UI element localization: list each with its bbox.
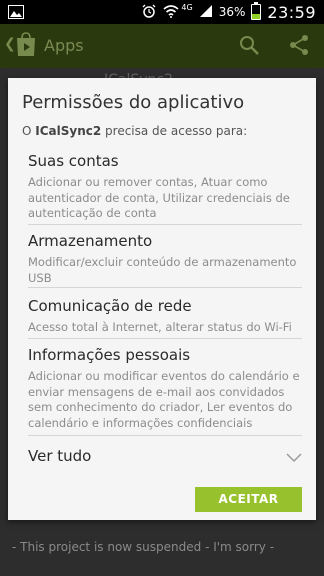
divider: [28, 435, 302, 436]
subtitle-suffix: precisa de acesso para:: [101, 124, 248, 138]
status-bar: 4G 36% 23:59: [0, 0, 324, 24]
permission-description: Acesso total à Internet, alterar status …: [28, 320, 292, 334]
permissions-dialog: Permissões do aplicativo O ICalSync2 pre…: [8, 78, 316, 520]
see-all-row[interactable]: Ver tudo: [28, 446, 302, 472]
signal-icon: [199, 4, 213, 21]
search-icon[interactable]: [238, 34, 260, 56]
permission-title: Armazenamento: [28, 232, 153, 250]
divider: [28, 224, 302, 225]
permission-title: Suas contas: [28, 152, 119, 170]
share-icon[interactable]: [288, 34, 310, 56]
permission-description: Adicionar ou remover contas, Atuar como …: [28, 175, 290, 220]
permission-storage: Armazenamento Modificar/excluir conteúdo…: [28, 232, 302, 286]
permission-description: Adicionar ou modificar eventos do calend…: [28, 369, 300, 430]
gallery-notification-icon: [8, 4, 24, 23]
network-type-label: 4G: [181, 2, 193, 12]
permission-title: Informações pessoais: [28, 346, 191, 364]
app-name: ICalSync2: [35, 124, 102, 138]
wifi-icon: [163, 4, 179, 21]
dialog-title: Permissões do aplicativo: [22, 92, 245, 113]
permission-description: Modificar/excluir conteúdo de armazename…: [28, 255, 297, 285]
dialog-subtitle: O ICalSync2 precisa de acesso para:: [22, 124, 247, 138]
divider: [28, 287, 302, 288]
permission-personal-info: Informações pessoais Adicionar ou modifi…: [28, 346, 302, 431]
play-store-icon[interactable]: [14, 32, 38, 58]
alarm-icon: [141, 4, 157, 21]
app-bar: ❮ Apps: [0, 24, 324, 68]
footer-text: - This project is now suspended - I'm so…: [12, 540, 275, 554]
subtitle-prefix: O: [22, 124, 36, 138]
divider: [28, 338, 302, 339]
chevron-down-icon: [286, 448, 302, 463]
permission-title: Comunicação de rede: [28, 297, 192, 315]
clock: 23:59: [267, 2, 316, 22]
see-all-label: Ver tudo: [28, 447, 92, 465]
permission-accounts: Suas contas Adicionar ou remover contas,…: [28, 152, 302, 222]
battery-icon: [251, 2, 262, 20]
battery-percent: 36%: [218, 5, 246, 19]
permission-network: Comunicação de rede Acesso total à Inter…: [28, 297, 302, 336]
accept-button[interactable]: ACEITAR: [195, 487, 302, 512]
app-bar-title: Apps: [44, 36, 84, 55]
